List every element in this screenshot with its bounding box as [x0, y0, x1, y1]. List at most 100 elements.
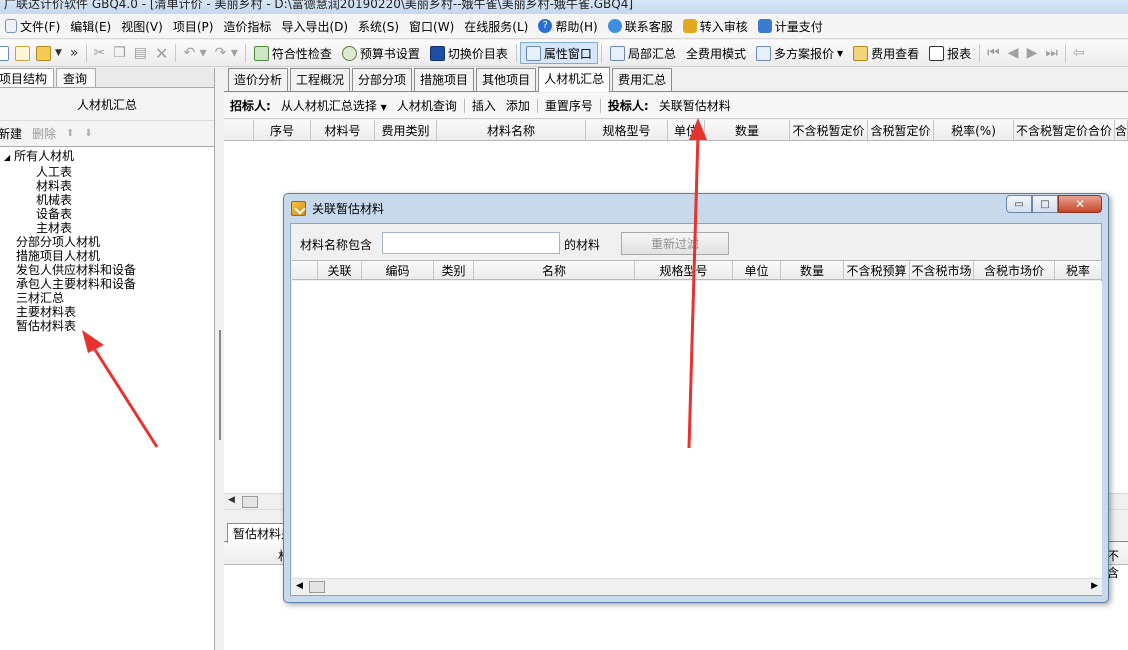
refilter-button[interactable]: 重新过滤: [621, 232, 729, 255]
tree-item-equipment[interactable]: 设备表: [0, 207, 214, 221]
tree-item-division[interactable]: 分部分项人材机: [0, 235, 214, 249]
select-from-summary-button[interactable]: 从人材机汇总选择 ▼: [276, 97, 392, 114]
move-down-icon[interactable]: ⬇: [84, 128, 92, 139]
menu-online-service[interactable]: 在线服务(L): [459, 14, 533, 38]
tree-item-main-material[interactable]: 主材表: [0, 221, 214, 235]
column-header[interactable]: 不含税暂定价: [790, 120, 868, 140]
column-header[interactable]: 材料名称: [437, 120, 586, 140]
close-button[interactable]: ✕: [1058, 195, 1102, 213]
tab-measure-items[interactable]: 措施项目: [414, 68, 475, 91]
link-estimate-materials-button[interactable]: 关联暂估材料: [654, 97, 736, 114]
scroll-thumb[interactable]: [242, 496, 258, 508]
dropdown-arrow-icon[interactable]: ▼: [51, 48, 66, 58]
scroll-right-icon[interactable]: ▶: [1091, 581, 1098, 591]
toolbar-separator: [979, 44, 981, 62]
column-header[interactable]: 不含税市场: [910, 261, 974, 279]
bidder-label: 投标人:: [607, 99, 649, 113]
delete-button[interactable]: 删除: [32, 125, 56, 142]
tab-cost-analysis[interactable]: 造价分析: [228, 68, 289, 91]
partial-summary-button[interactable]: 局部汇总: [605, 42, 681, 64]
menu-view[interactable]: 视图(V): [116, 14, 168, 38]
tab-resource-summary[interactable]: 人材机汇总: [538, 67, 611, 92]
scroll-left-icon[interactable]: ◀: [228, 495, 235, 505]
add-button[interactable]: 添加: [501, 97, 535, 114]
panel-splitter[interactable]: [216, 68, 224, 650]
column-header[interactable]: 不含税预算: [844, 261, 910, 279]
multi-plan-quote-button[interactable]: 多方案报价 ▼: [751, 42, 848, 64]
tab-project-overview[interactable]: 工程概况: [290, 68, 351, 91]
tab-division-items[interactable]: 分部分项: [352, 68, 413, 91]
dialog-title-bar[interactable]: 关联暂估材料 ▭ □ ✕: [284, 194, 1108, 222]
move-up-icon[interactable]: ⬆: [66, 128, 74, 139]
scroll-thumb[interactable]: [309, 581, 325, 593]
collapse-icon[interactable]: ◢: [4, 153, 10, 162]
menu-transfer-review[interactable]: 转入审核: [678, 14, 753, 38]
menu-help[interactable]: ? 帮助(H): [533, 14, 602, 38]
menu-cost-index[interactable]: 造价指标: [218, 14, 276, 38]
new-file-icon[interactable]: [0, 45, 9, 61]
switch-price-table-button[interactable]: 切换价目表: [425, 42, 513, 64]
tree-item-measures[interactable]: 措施项目人材机: [0, 249, 214, 263]
menu-project[interactable]: 项目(P): [168, 14, 219, 38]
column-header[interactable]: 费用类别: [375, 120, 437, 140]
dialog-horizontal-scrollbar[interactable]: ◀ ▶: [292, 578, 1102, 595]
tree-item-contractor-main[interactable]: 承包人主要材料和设备: [0, 277, 214, 291]
menu-system[interactable]: 系统(S): [353, 14, 404, 38]
tree-item-all[interactable]: ◢ 所有人材机: [0, 149, 214, 165]
menu-window[interactable]: 窗口(W): [404, 14, 459, 38]
column-header[interactable]: 编码: [362, 261, 434, 279]
tree-item-three-materials[interactable]: 三材汇总: [0, 291, 214, 305]
menu-file[interactable]: 文件(F): [0, 14, 65, 38]
tab-project-structure[interactable]: 项目结构: [0, 68, 55, 87]
column-header[interactable]: 名称: [474, 261, 635, 279]
material-name-filter-input[interactable]: [382, 232, 560, 254]
cost-view-button[interactable]: 费用查看: [848, 42, 924, 64]
column-header[interactable]: 数量: [781, 261, 844, 279]
reset-sequence-button[interactable]: 重置序号: [540, 97, 598, 114]
tree-item-estimate-materials[interactable]: 暂估材料表: [0, 319, 214, 333]
column-header[interactable]: 含税暂定价: [868, 120, 934, 140]
tab-cost-summary[interactable]: 费用汇总: [612, 68, 673, 91]
tree-item-material[interactable]: 材料表: [0, 179, 214, 193]
column-header[interactable]: 序号: [254, 120, 311, 140]
full-cost-mode-button[interactable]: 全费用模式: [681, 42, 751, 64]
tree-item-main-materials-table[interactable]: 主要材料表: [0, 305, 214, 319]
resource-query-button[interactable]: 人材机查询: [392, 97, 462, 114]
tree-item-employer-supply[interactable]: 发包人供应材料和设备: [0, 263, 214, 277]
minimize-button[interactable]: ▭: [1006, 195, 1032, 213]
compliance-check-button[interactable]: 符合性检查: [249, 42, 337, 64]
property-window-button[interactable]: 属性窗口: [519, 42, 598, 64]
menu-import-export[interactable]: 导入导出(D): [276, 14, 353, 38]
dialog-grid-body[interactable]: [292, 281, 1102, 578]
column-header[interactable]: 不含税暂定价合价: [1014, 120, 1115, 140]
scroll-left-icon[interactable]: ◀: [296, 581, 303, 591]
report-button[interactable]: 报表: [924, 42, 976, 64]
column-header[interactable]: 含: [1115, 120, 1128, 140]
tab-other-items[interactable]: 其他项目: [476, 68, 537, 91]
tab-query[interactable]: 查询: [56, 68, 97, 87]
column-header[interactable]: 单位: [668, 120, 705, 140]
column-header[interactable]: 材料号: [311, 120, 375, 140]
column-header[interactable]: 税率: [1055, 261, 1102, 279]
new-folder-icon[interactable]: [15, 45, 30, 61]
budget-settings-button[interactable]: 预算书设置: [337, 42, 425, 64]
tree-item-labor[interactable]: 人工表: [0, 165, 214, 179]
more-icon[interactable]: »: [66, 45, 83, 61]
tree-item-machine[interactable]: 机械表: [0, 193, 214, 207]
menu-contact-support[interactable]: 联系客服: [603, 14, 678, 38]
open-folder-icon[interactable]: [36, 45, 51, 61]
maximize-button[interactable]: □: [1032, 195, 1058, 213]
menu-measure-payment[interactable]: 计量支付: [753, 14, 828, 38]
splitter-grip[interactable]: [219, 330, 221, 440]
column-header[interactable]: 类别: [434, 261, 474, 279]
menu-edit[interactable]: 编辑(E): [65, 14, 116, 38]
column-header[interactable]: 规格型号: [635, 261, 733, 279]
insert-button[interactable]: 插入: [467, 97, 501, 114]
column-header[interactable]: 数量: [705, 120, 790, 140]
column-header[interactable]: 单位: [733, 261, 781, 279]
column-header[interactable]: 规格型号: [586, 120, 668, 140]
column-header[interactable]: 含税市场价: [974, 261, 1055, 279]
column-header[interactable]: 税率(%): [934, 120, 1014, 140]
new-button[interactable]: 新建: [0, 125, 22, 142]
column-header[interactable]: 关联: [318, 261, 362, 279]
